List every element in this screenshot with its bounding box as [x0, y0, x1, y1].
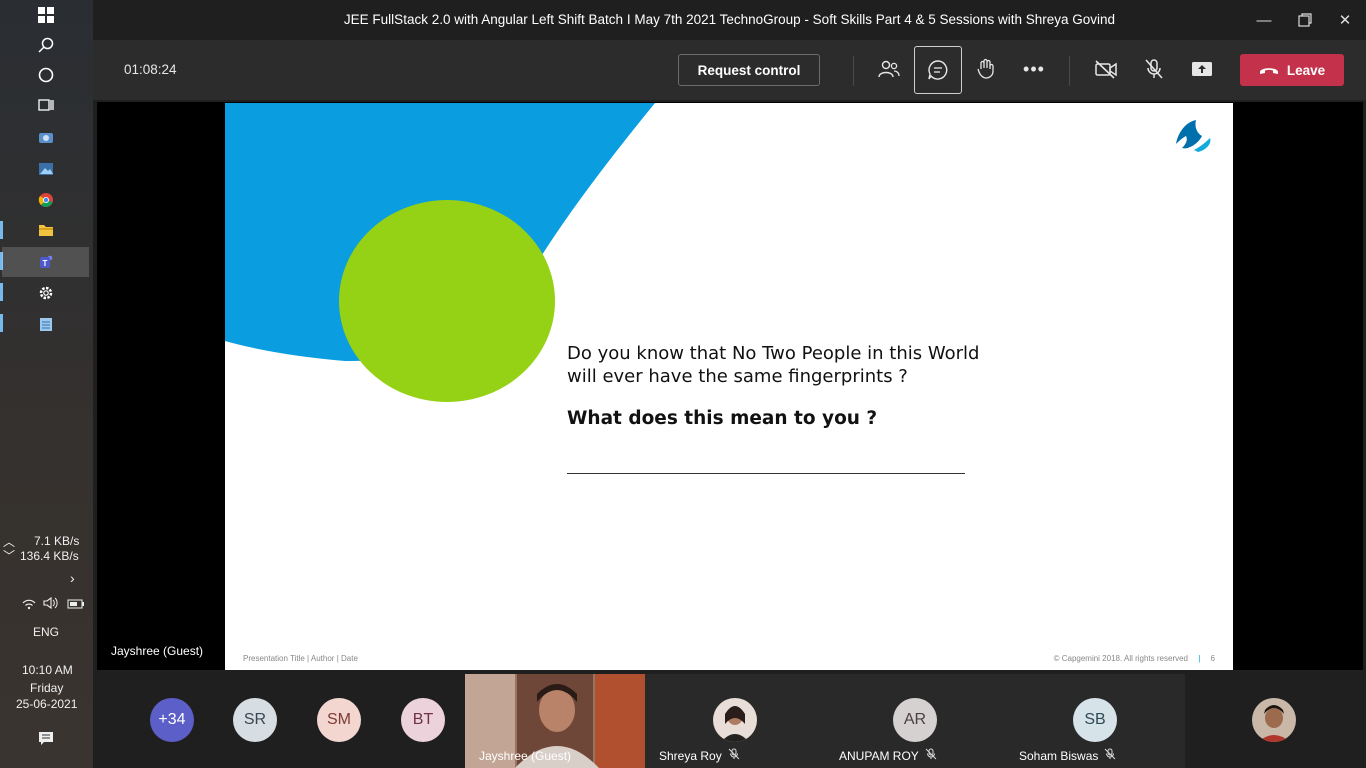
participant-name: ANUPAM ROY [839, 748, 919, 763]
cortana-icon[interactable] [30, 62, 62, 88]
participant-name: Soham Biswas [1019, 748, 1099, 763]
self-photo-avatar [1252, 698, 1296, 742]
slide-question-line1: Do you know that No Two People in this W… [567, 343, 980, 364]
camera-off-icon[interactable] [1088, 51, 1124, 87]
clock-date[interactable]: 25-06-2021 [16, 697, 77, 711]
mic-muted-icon [925, 748, 937, 763]
network-download-speed: 136.4 KB/s [20, 549, 79, 563]
chevron-right-icon[interactable]: › [70, 570, 75, 586]
share-screen-icon[interactable] [1184, 51, 1220, 87]
self-view-tile[interactable] [1185, 674, 1366, 768]
mic-muted-icon [728, 748, 740, 763]
window-title: JEE FullStack 2.0 with Angular Left Shif… [343, 12, 1116, 27]
participant-avatar: SB [1073, 698, 1117, 742]
participant-avatar: AR [893, 698, 937, 742]
mic-off-icon[interactable] [1136, 51, 1172, 87]
participant-avatar[interactable]: BT [401, 698, 445, 742]
volume-icon[interactable] [43, 596, 59, 615]
slide-question-text: Do you know that No Two People in this W… [567, 342, 1027, 388]
participant-avatar[interactable]: SM [317, 698, 361, 742]
restore-icon[interactable] [1293, 8, 1317, 32]
more-options-icon[interactable]: ••• [1016, 51, 1052, 87]
file-explorer-icon[interactable] [30, 217, 62, 243]
capgemini-logo-icon [1176, 120, 1211, 152]
slide-copyright: © Capgemini 2018. All rights reserved [1053, 654, 1188, 663]
slide-question-line2: will ever have the same fingerprints ? [567, 366, 908, 387]
windows-taskbar: T ︿ 7.1 KB/s ﹀ 136.4 KB/s › ENG 10:10 AM… [0, 0, 93, 768]
settings-gear-icon[interactable] [30, 280, 62, 306]
green-circle [339, 200, 555, 402]
participants-icon[interactable] [871, 51, 907, 87]
leave-button[interactable]: Leave [1240, 54, 1344, 86]
shared-screen-stage: Do you know that No Two People in this W… [97, 102, 1363, 670]
participant-name: Jayshree (Guest) [479, 749, 572, 763]
battery-icon[interactable] [67, 597, 85, 615]
teams-taskbar-icon[interactable]: T [2, 247, 89, 277]
chrome-icon[interactable] [30, 187, 62, 213]
camera-app-icon[interactable] [30, 124, 62, 150]
language-indicator[interactable]: ENG [33, 625, 59, 639]
slide-footer-left: Presentation Title | Author | Date [243, 654, 358, 663]
photos-app-icon[interactable] [30, 156, 62, 182]
task-view-icon[interactable] [30, 92, 62, 118]
mic-muted-icon [1104, 748, 1116, 763]
network-upload-speed: 7.1 KB/s [34, 534, 80, 548]
participant-name-row: Soham Biswas [1019, 748, 1116, 763]
leave-label: Leave [1286, 62, 1326, 78]
close-icon[interactable]: ✕ [1333, 8, 1357, 32]
presenter-name-label: Jayshree (Guest) [111, 644, 204, 658]
participant-tile-anupam[interactable]: AR ANUPAM ROY [825, 674, 1005, 768]
slide-bold-question: What does this mean to you ? [567, 408, 878, 429]
participant-tile-jayshree[interactable]: Jayshree (Guest) [465, 674, 645, 768]
download-arrow-icon: ﹀ [3, 549, 16, 563]
notepad-icon[interactable] [30, 311, 62, 337]
svg-text:T: T [42, 259, 47, 268]
meeting-toolbar: 01:08:24 Request control ••• Leave [93, 40, 1366, 100]
chat-icon[interactable] [914, 46, 962, 94]
hang-up-icon [1259, 63, 1279, 78]
participant-name-row: Shreya Roy [659, 748, 740, 763]
raise-hand-icon[interactable] [968, 51, 1004, 87]
slide-page-number: 6 [1210, 654, 1215, 663]
wifi-icon[interactable] [22, 596, 36, 615]
participant-strip: +34 SR SM BT Jayshree (Guest) Shreya Roy [93, 672, 1366, 768]
action-center-icon[interactable] [38, 731, 54, 752]
more-participants-badge[interactable]: +34 [150, 698, 194, 742]
slide-footer-right: © Capgemini 2018. All rights reserved | … [1053, 654, 1215, 663]
clock-time[interactable]: 10:10 AM [22, 663, 73, 677]
search-icon[interactable] [30, 32, 62, 58]
participant-photo-avatar [713, 698, 757, 742]
participant-tile-soham[interactable]: SB Soham Biswas [1005, 674, 1185, 768]
minimize-icon[interactable]: — [1252, 8, 1276, 32]
participant-name: Shreya Roy [659, 748, 722, 763]
answer-underline [567, 473, 965, 474]
title-bar: JEE FullStack 2.0 with Angular Left Shif… [93, 0, 1366, 40]
windows-start-icon[interactable] [30, 2, 62, 28]
meeting-timer: 01:08:24 [124, 62, 177, 77]
participant-tile-shreya[interactable]: Shreya Roy [645, 674, 825, 768]
clock-day[interactable]: Friday [30, 681, 63, 695]
participant-name-row: ANUPAM ROY [839, 748, 937, 763]
presentation-slide: Do you know that No Two People in this W… [225, 103, 1233, 670]
request-control-button[interactable]: Request control [678, 54, 820, 86]
participant-avatar[interactable]: SR [233, 698, 277, 742]
